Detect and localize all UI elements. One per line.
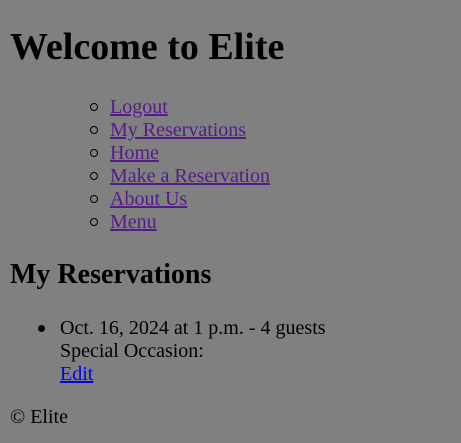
menu-link[interactable]: Menu [110,211,157,233]
circle-bullet-icon [90,172,98,180]
make-reservation-link[interactable]: Make a Reservation [110,165,270,187]
footer-copyright: © Elite [10,406,68,428]
nav-menu: Logout My Reservations Home Make a Reser… [90,96,270,234]
logout-link[interactable]: Logout [110,96,168,118]
nav-item-home: Home [90,142,270,165]
special-occasion-label: Special Occasion: [60,340,204,362]
circle-bullet-icon [90,126,98,134]
circle-bullet-icon [90,195,98,203]
site-title: Welcome to Elite [10,26,285,68]
nav-item-make-reservation: Make a Reservation [90,165,270,188]
circle-bullet-icon [90,218,98,226]
nav-item-logout: Logout [90,96,270,119]
page: Welcome to Elite Logout My Reservations … [0,0,461,443]
edit-link-wrapper: Edit [60,363,326,386]
edit-reservation-link[interactable]: Edit [60,363,93,385]
section-title: My Reservations [10,259,212,290]
about-us-link[interactable]: About Us [110,188,187,210]
nav-item-my-reservations: My Reservations [90,119,270,142]
reservation-list: Oct. 16, 2024 at 1 p.m. - 4 guests Speci… [38,317,326,386]
reservation-item: Oct. 16, 2024 at 1 p.m. - 4 guests Speci… [38,317,326,386]
nav-item-menu: Menu [90,211,270,234]
circle-bullet-icon [90,149,98,157]
reservation-summary: Oct. 16, 2024 at 1 p.m. - 4 guests [60,317,326,339]
my-reservations-link[interactable]: My Reservations [110,119,246,141]
home-link[interactable]: Home [110,142,159,164]
disc-bullet-icon [38,325,45,332]
nav-item-about-us: About Us [90,188,270,211]
circle-bullet-icon [90,103,98,111]
